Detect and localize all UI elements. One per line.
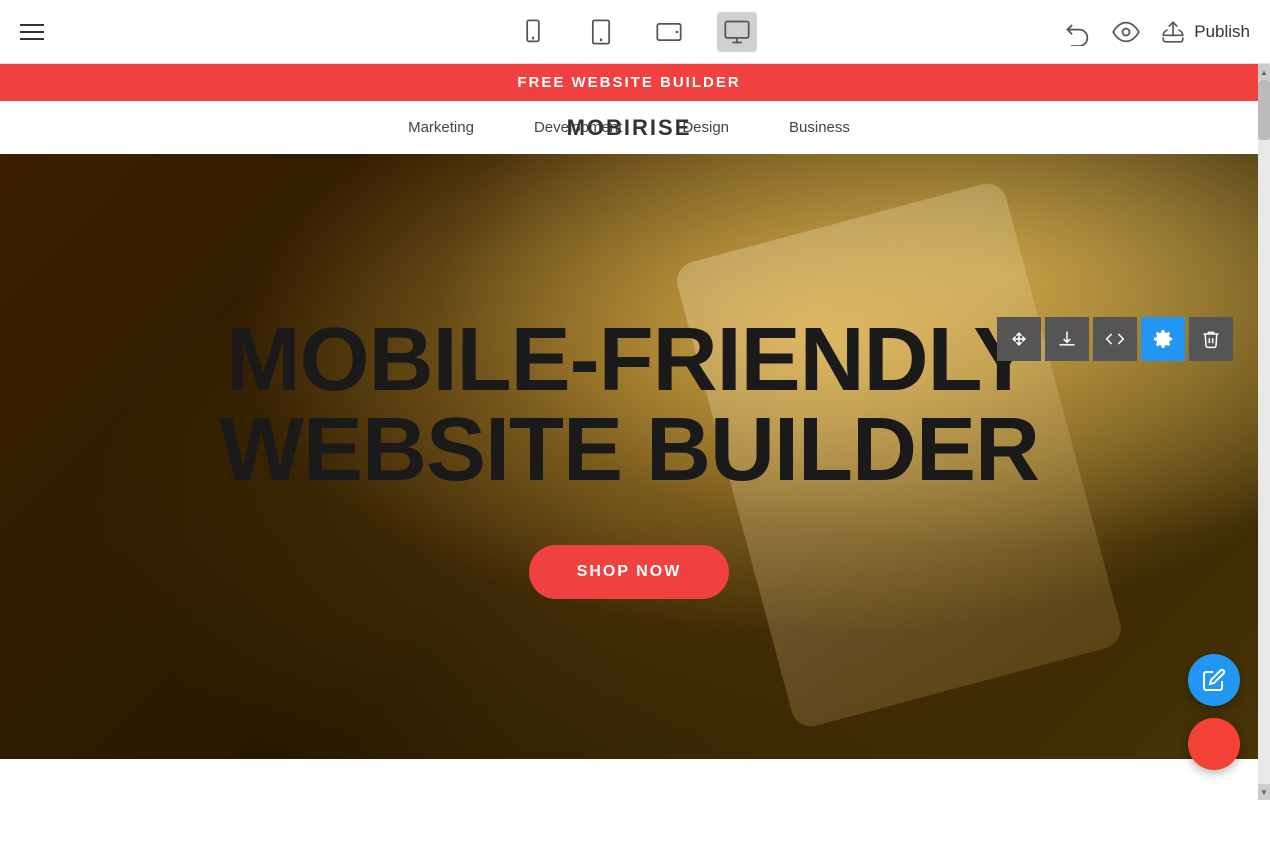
add-block-fab-button[interactable] xyxy=(1188,718,1240,770)
main-content: FREE WEBSITE BUILDER Marketing Developme… xyxy=(0,64,1258,759)
block-move-button[interactable] xyxy=(997,317,1041,361)
banner-text: FREE WEBSITE BUILDER xyxy=(517,74,740,91)
menu-icon[interactable] xyxy=(20,24,44,40)
toolbar-left xyxy=(20,24,44,40)
hero-section: MOBILE-FRIENDLY WEBSITE BUILDER SHOP NOW xyxy=(0,154,1258,759)
scrollbar[interactable]: ▲ ▼ xyxy=(1258,64,1270,800)
mobile-view-button[interactable] xyxy=(513,12,553,52)
top-toolbar: Publish xyxy=(0,0,1270,64)
tablet-view-button[interactable] xyxy=(581,12,621,52)
publish-label: Publish xyxy=(1194,22,1250,42)
publish-button[interactable]: Publish xyxy=(1160,19,1250,45)
block-download-button[interactable] xyxy=(1045,317,1089,361)
preview-button[interactable] xyxy=(1112,18,1140,46)
hero-title-line1: MOBILE-FRIENDLY xyxy=(226,310,1033,410)
nav-link-business[interactable]: Business xyxy=(789,119,850,136)
desktop-view-button[interactable] xyxy=(717,12,757,52)
block-delete-button[interactable] xyxy=(1189,317,1233,361)
hero-content: MOBILE-FRIENDLY WEBSITE BUILDER SHOP NOW xyxy=(0,154,1258,759)
navigation-bar: Marketing Development MOBIRISE Design Bu… xyxy=(0,101,1258,154)
block-settings-button[interactable] xyxy=(1141,317,1185,361)
scroll-up-arrow[interactable]: ▲ xyxy=(1258,64,1270,80)
block-code-button[interactable] xyxy=(1093,317,1137,361)
toolbar-right: Publish xyxy=(1064,18,1250,46)
hero-cta-button[interactable]: SHOP NOW xyxy=(529,545,730,599)
block-toolbar xyxy=(997,317,1233,361)
promo-banner: FREE WEBSITE BUILDER xyxy=(0,64,1258,101)
toolbar-center xyxy=(513,12,757,52)
fab-container xyxy=(1188,654,1240,770)
edit-fab-button[interactable] xyxy=(1188,654,1240,706)
hero-title-line2: WEBSITE BUILDER xyxy=(219,400,1039,500)
nav-links: Marketing Development MOBIRISE Design Bu… xyxy=(40,119,1218,136)
undo-button[interactable] xyxy=(1064,18,1092,46)
scroll-thumb[interactable] xyxy=(1258,80,1270,140)
hero-title: MOBILE-FRIENDLY WEBSITE BUILDER xyxy=(219,315,1039,495)
nav-link-marketing[interactable]: Marketing xyxy=(408,119,474,136)
nav-logo: MOBIRISE xyxy=(567,115,692,141)
scroll-down-arrow[interactable]: ▼ xyxy=(1258,784,1270,800)
tablet-landscape-view-button[interactable] xyxy=(649,12,689,52)
